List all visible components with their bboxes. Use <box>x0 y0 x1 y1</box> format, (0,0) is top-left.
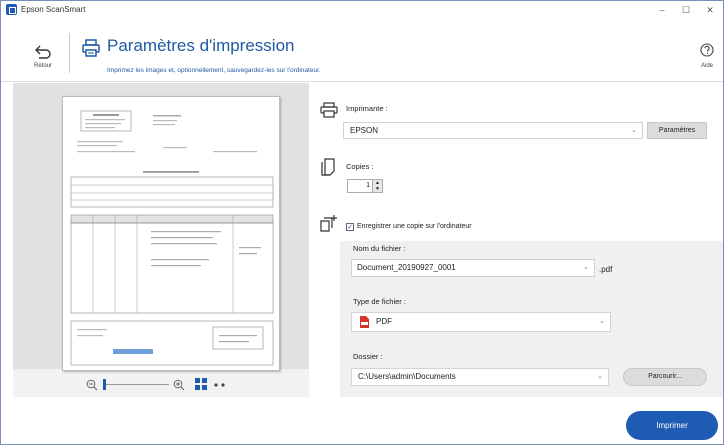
more-options-icon[interactable] <box>213 382 227 388</box>
header-divider <box>69 33 70 73</box>
filetype-value: PDF <box>376 317 392 326</box>
app-window: Epson ScanSmart – ☐ ✕ Retour Paramètres … <box>0 0 724 445</box>
folder-select[interactable]: C:\Users\admin\Documents ⌄ <box>351 368 609 386</box>
title-bar: Epson ScanSmart – ☐ ✕ <box>1 1 723 19</box>
save-copy-label: Enregistrer une copie sur l'ordinateur <box>357 223 472 230</box>
window-title: Epson ScanSmart <box>21 5 86 14</box>
filename-value: Document_20190927_0001 <box>357 263 456 272</box>
back-label: Retour <box>33 63 52 69</box>
printer-value: EPSON <box>350 126 379 135</box>
close-button[interactable]: ✕ <box>699 2 721 18</box>
help-button[interactable]: Aide <box>695 43 719 73</box>
filename-history-chevron-icon[interactable]: ⌄ <box>583 260 589 276</box>
filetype-label: Type de fichier : <box>353 297 406 306</box>
maximize-button[interactable]: ☐ <box>675 2 697 18</box>
printer-settings-button[interactable]: Paramètres <box>647 122 707 139</box>
chevron-down-icon: ⌄ <box>599 318 605 325</box>
fit-to-window-icon[interactable] <box>195 378 207 390</box>
filename-label: Nom du fichier : <box>353 244 406 253</box>
chevron-down-icon: ⌄ <box>631 127 637 134</box>
back-button[interactable]: Retour <box>23 41 63 71</box>
zoom-out-icon[interactable] <box>86 379 98 391</box>
zoom-slider-handle[interactable] <box>103 379 106 390</box>
page-subtitle: Imprimez les images et, optionnellement,… <box>107 67 321 74</box>
printer-select[interactable]: EPSON ⌄ <box>343 122 643 139</box>
copies-stepper[interactable]: 1 ▲ ▼ <box>347 179 383 193</box>
document-thumbnail-image <box>70 110 274 366</box>
pdf-icon <box>360 316 369 328</box>
folder-value: C:\Users\admin\Documents <box>358 372 456 381</box>
print-settings-panel: Imprimante : EPSON ⌄ Paramètres Copies :… <box>313 83 723 397</box>
browse-button[interactable]: Parcourir... <box>623 368 707 386</box>
help-label: Aide <box>700 63 713 69</box>
help-icon <box>700 43 714 57</box>
chevron-down-icon: ⌄ <box>597 373 603 380</box>
page-title: Paramètres d'impression <box>107 36 295 55</box>
zoom-slider-track[interactable] <box>103 384 169 385</box>
copies-label: Copies : <box>346 162 374 171</box>
preview-pane <box>13 83 309 397</box>
printer-label: Imprimante : <box>346 104 388 113</box>
printer-select-icon <box>320 102 338 118</box>
save-options-panel: Nom du fichier : Document_20190927_0001 … <box>340 241 723 397</box>
filename-input[interactable]: Document_20190927_0001 ⌄ <box>351 259 595 277</box>
copies-value: 1 <box>366 182 370 189</box>
page-header: Retour Paramètres d'impression Imprimez … <box>1 19 723 82</box>
app-logo-icon <box>6 4 17 15</box>
copies-icon <box>321 158 335 176</box>
copies-spinner[interactable]: ▲ ▼ <box>372 180 382 192</box>
filetype-select[interactable]: PDF ⌄ <box>351 312 611 332</box>
folder-label: Dossier : <box>353 352 383 361</box>
printer-icon <box>82 39 100 57</box>
file-extension: .pdf <box>599 265 613 274</box>
decrement-icon[interactable]: ▼ <box>373 186 382 192</box>
minimize-button[interactable]: – <box>651 2 673 18</box>
zoom-toolbar <box>13 371 309 397</box>
print-button[interactable]: Imprimer <box>626 411 718 440</box>
save-copy-checkbox[interactable]: ✓ <box>346 223 354 231</box>
zoom-in-icon[interactable] <box>173 379 185 391</box>
preview-area <box>13 83 309 371</box>
back-arrow-icon <box>35 45 51 59</box>
scanned-document-preview <box>62 96 280 371</box>
save-to-computer-icon <box>320 215 337 232</box>
